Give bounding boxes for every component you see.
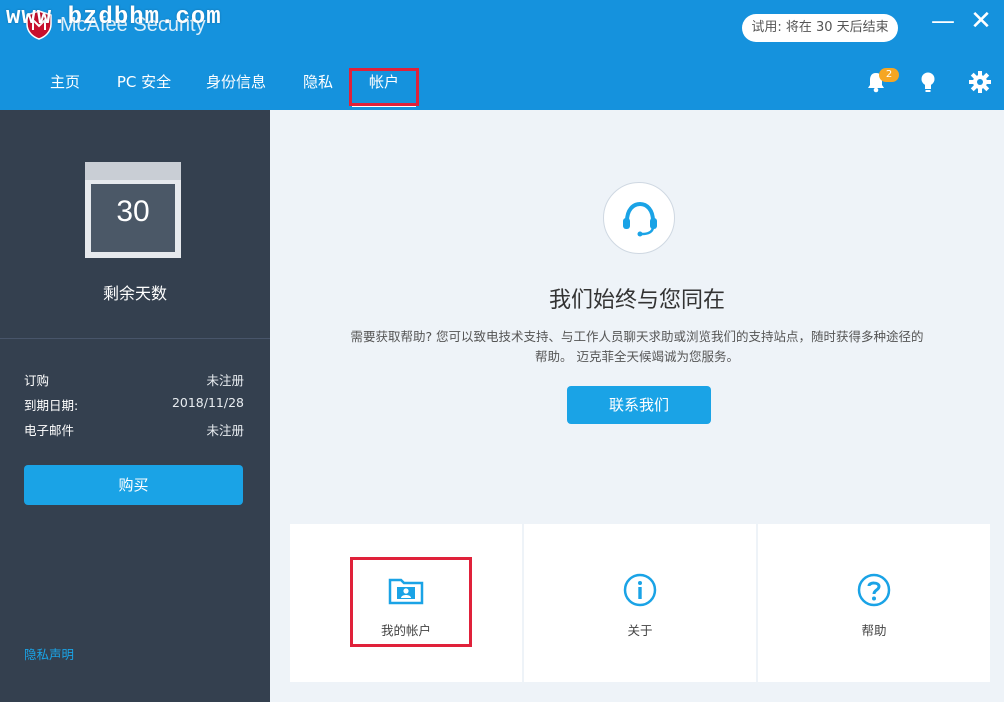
buy-button[interactable]: 购买 (24, 465, 243, 505)
info-row-email: 电子邮件 未注册 (24, 420, 244, 440)
about-card[interactable]: 关于 (524, 524, 756, 682)
active-tab-highlight (349, 68, 419, 106)
info-value: 未注册 (206, 423, 244, 438)
tab-home[interactable]: 主页 (40, 62, 90, 102)
contact-us-button[interactable]: 联系我们 (567, 386, 711, 424)
trial-status-pill[interactable]: 试用: 将在 30 天后结束 (742, 14, 898, 42)
privacy-statement-link[interactable]: 隐私声明 (24, 644, 74, 663)
question-icon (857, 573, 891, 607)
my-account-highlight (350, 557, 472, 647)
minimize-button[interactable]: — (930, 8, 956, 34)
info-icon (623, 573, 657, 607)
help-card[interactable]: 帮助 (758, 524, 990, 682)
support-badge (603, 182, 675, 254)
calendar-icon: 30 (85, 162, 181, 258)
info-value: 未注册 (206, 373, 244, 388)
info-key: 到期日期: (24, 398, 79, 413)
days-remaining-label: 剩余天数 (102, 284, 167, 303)
watermark: www.bzdbhm.com (6, 4, 222, 31)
gear-icon[interactable] (966, 68, 994, 96)
support-description-line1: 需要获取帮助? 您可以致电技术支持、与工作人员聊天求助或浏览我们的支持站点，随时… (350, 329, 924, 344)
info-value: 2018/11/28 (171, 395, 244, 410)
tab-privacy[interactable]: 隐私 (294, 62, 342, 102)
tab-pc-security[interactable]: PC 安全 (110, 62, 178, 102)
info-row-subscription: 订购 未注册 (24, 370, 244, 390)
close-button[interactable]: ✕ (968, 8, 994, 34)
info-key: 电子邮件 (24, 423, 75, 438)
sidebar-divider (0, 338, 270, 339)
lightbulb-icon[interactable] (914, 68, 942, 96)
headset-icon (623, 201, 657, 237)
support-description-line2: 帮助。 迈克菲全天候竭诚为您服务。 (535, 349, 739, 364)
days-remaining-number: 30 (116, 195, 150, 228)
sidebar: 30 剩余天数 订购 未注册 到期日期: 2018/11/28 电子邮件 未注册… (0, 110, 270, 702)
notification-badge: 2 (879, 68, 899, 82)
support-headline: 我们始终与您同在 (548, 288, 725, 313)
info-key: 订购 (24, 373, 50, 388)
tab-identity[interactable]: 身份信息 (200, 62, 272, 102)
card-label: 帮助 (861, 623, 887, 638)
card-label: 关于 (627, 623, 653, 638)
info-row-expiry: 到期日期: 2018/11/28 (24, 395, 244, 415)
